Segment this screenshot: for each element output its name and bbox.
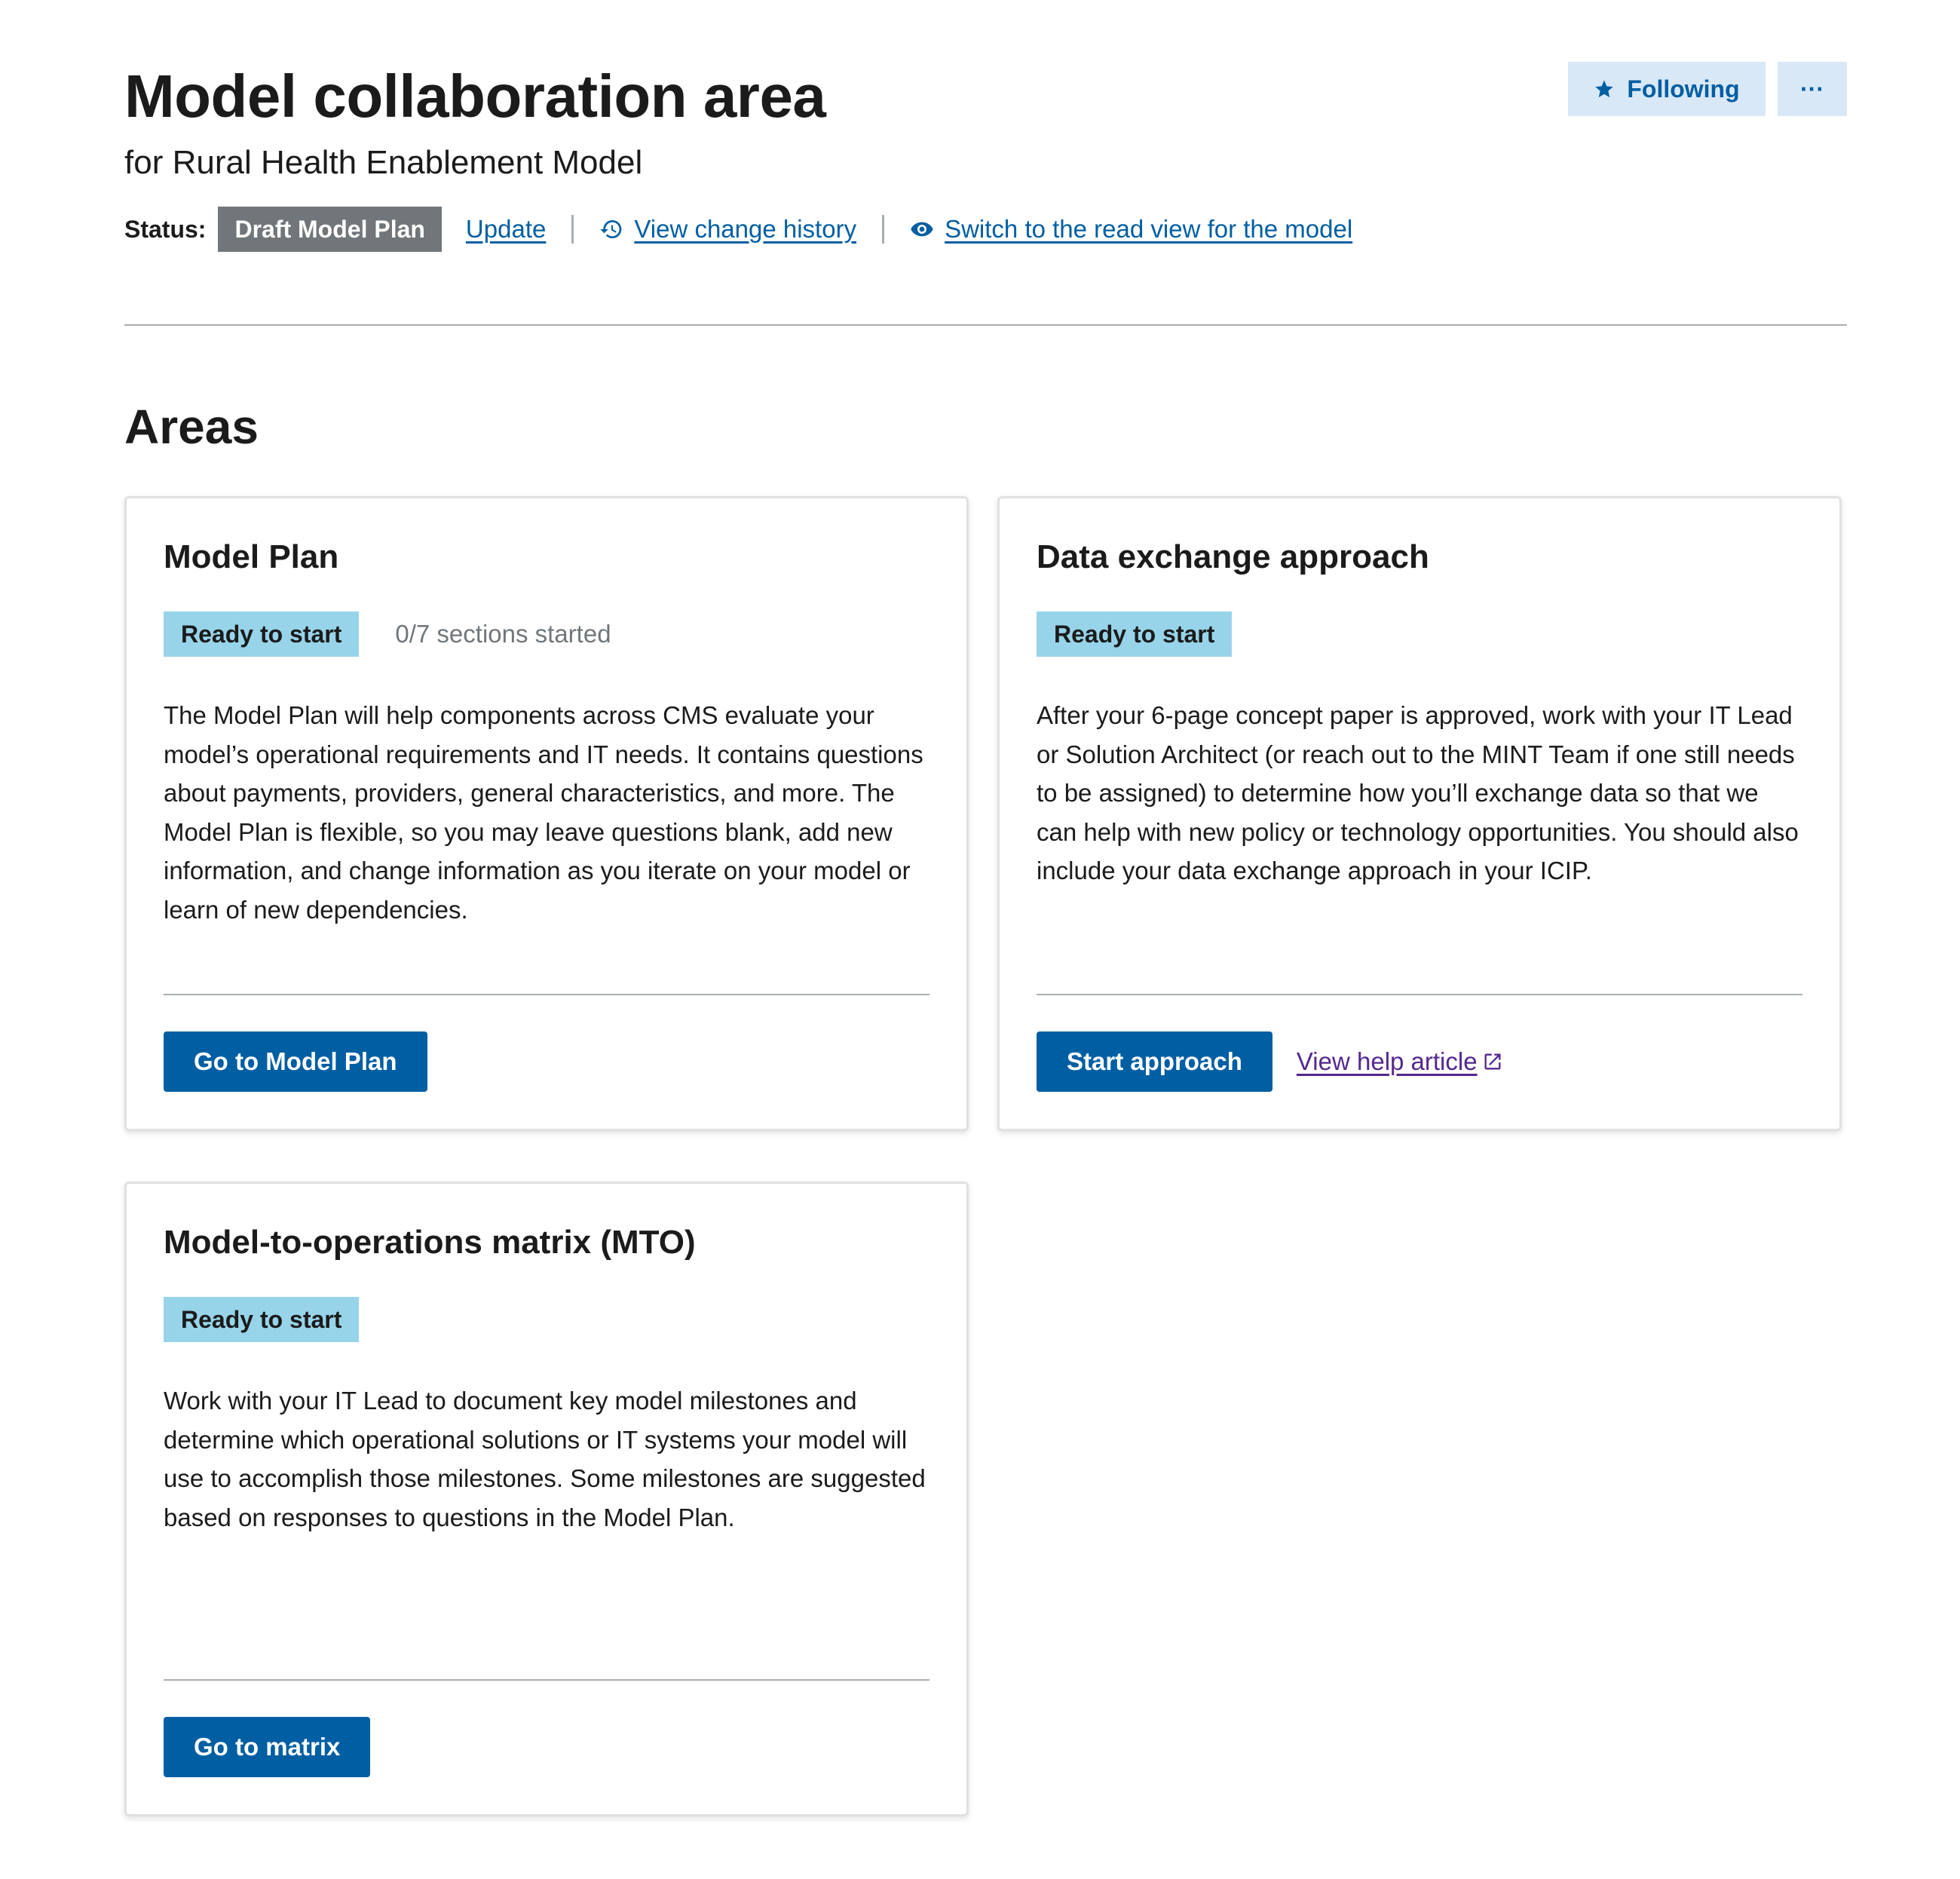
switch-read-view-label: Switch to the read view for the model — [945, 215, 1353, 243]
status-tag: Ready to start — [164, 612, 360, 657]
card-title: Model Plan — [164, 538, 339, 575]
card-actions: Start approach View help article — [1037, 1031, 1503, 1092]
card-description: After your 6-page concept paper is appro… — [1037, 701, 1799, 884]
status-tag: Ready to start — [1037, 612, 1233, 657]
card-status-row: Ready to start — [1037, 612, 1233, 657]
card-title: Data exchange approach — [1037, 538, 1429, 575]
card-actions: Go to Model Plan — [164, 1031, 427, 1092]
external-link-icon — [1482, 1051, 1503, 1072]
card-actions: Go to matrix — [164, 1717, 371, 1777]
update-status-link[interactable]: Update — [466, 215, 546, 244]
history-icon — [599, 217, 623, 241]
eye-icon — [910, 217, 934, 241]
link-divider — [882, 215, 885, 244]
view-change-history-link[interactable]: View change history — [599, 215, 856, 244]
card-title: Model-to-operations matrix (MTO) — [164, 1224, 696, 1261]
header-actions: Following ··· — [1568, 62, 1847, 116]
card-divider — [164, 1679, 929, 1681]
card-divider — [1037, 994, 1802, 995]
header-divider — [124, 324, 1847, 326]
status-row: Status: Draft Model Plan Update View cha… — [124, 207, 1352, 252]
more-options-button[interactable]: ··· — [1778, 62, 1847, 116]
model-plan-card: Model Plan Ready to start 0/7 sections s… — [124, 496, 969, 1131]
go-to-matrix-button[interactable]: Go to matrix — [164, 1717, 371, 1777]
status-label: Status: — [124, 215, 207, 243]
following-button[interactable]: Following — [1568, 62, 1766, 116]
help-link-label: View help article — [1296, 1047, 1478, 1075]
card-divider — [164, 994, 929, 995]
switch-read-view-link[interactable]: Switch to the read view for the model — [910, 215, 1352, 244]
view-change-history-label: View change history — [634, 215, 857, 243]
page-header: Model collaboration area for Rural Healt… — [124, 0, 1847, 324]
data-exchange-card: Data exchange approach Ready to start Af… — [997, 496, 1842, 1131]
areas-heading: Areas — [124, 400, 259, 454]
status-tag: Ready to start — [164, 1297, 360, 1342]
card-status-row: Ready to start — [164, 1297, 360, 1342]
card-status-row: Ready to start 0/7 sections started — [164, 612, 611, 657]
page-title: Model collaboration area — [124, 63, 826, 130]
page-subtitle: for Rural Health Enablement Model — [124, 144, 643, 181]
link-divider — [571, 215, 574, 244]
following-label: Following — [1627, 75, 1740, 103]
start-approach-button[interactable]: Start approach — [1037, 1031, 1272, 1092]
view-help-article-link[interactable]: View help article — [1297, 1047, 1503, 1076]
go-to-model-plan-button[interactable]: Go to Model Plan — [164, 1031, 427, 1092]
more-icon: ··· — [1800, 75, 1824, 103]
card-description: Work with your IT Lead to document key m… — [164, 1387, 926, 1531]
star-icon — [1594, 78, 1615, 100]
mto-card: Model-to-operations matrix (MTO) Ready t… — [124, 1182, 969, 1816]
sections-progress: 0/7 sections started — [395, 620, 611, 648]
page: Model collaboration area for Rural Healt… — [124, 0, 1847, 1816]
status-badge: Draft Model Plan — [218, 207, 442, 252]
card-description: The Model Plan will help components acro… — [164, 701, 923, 924]
